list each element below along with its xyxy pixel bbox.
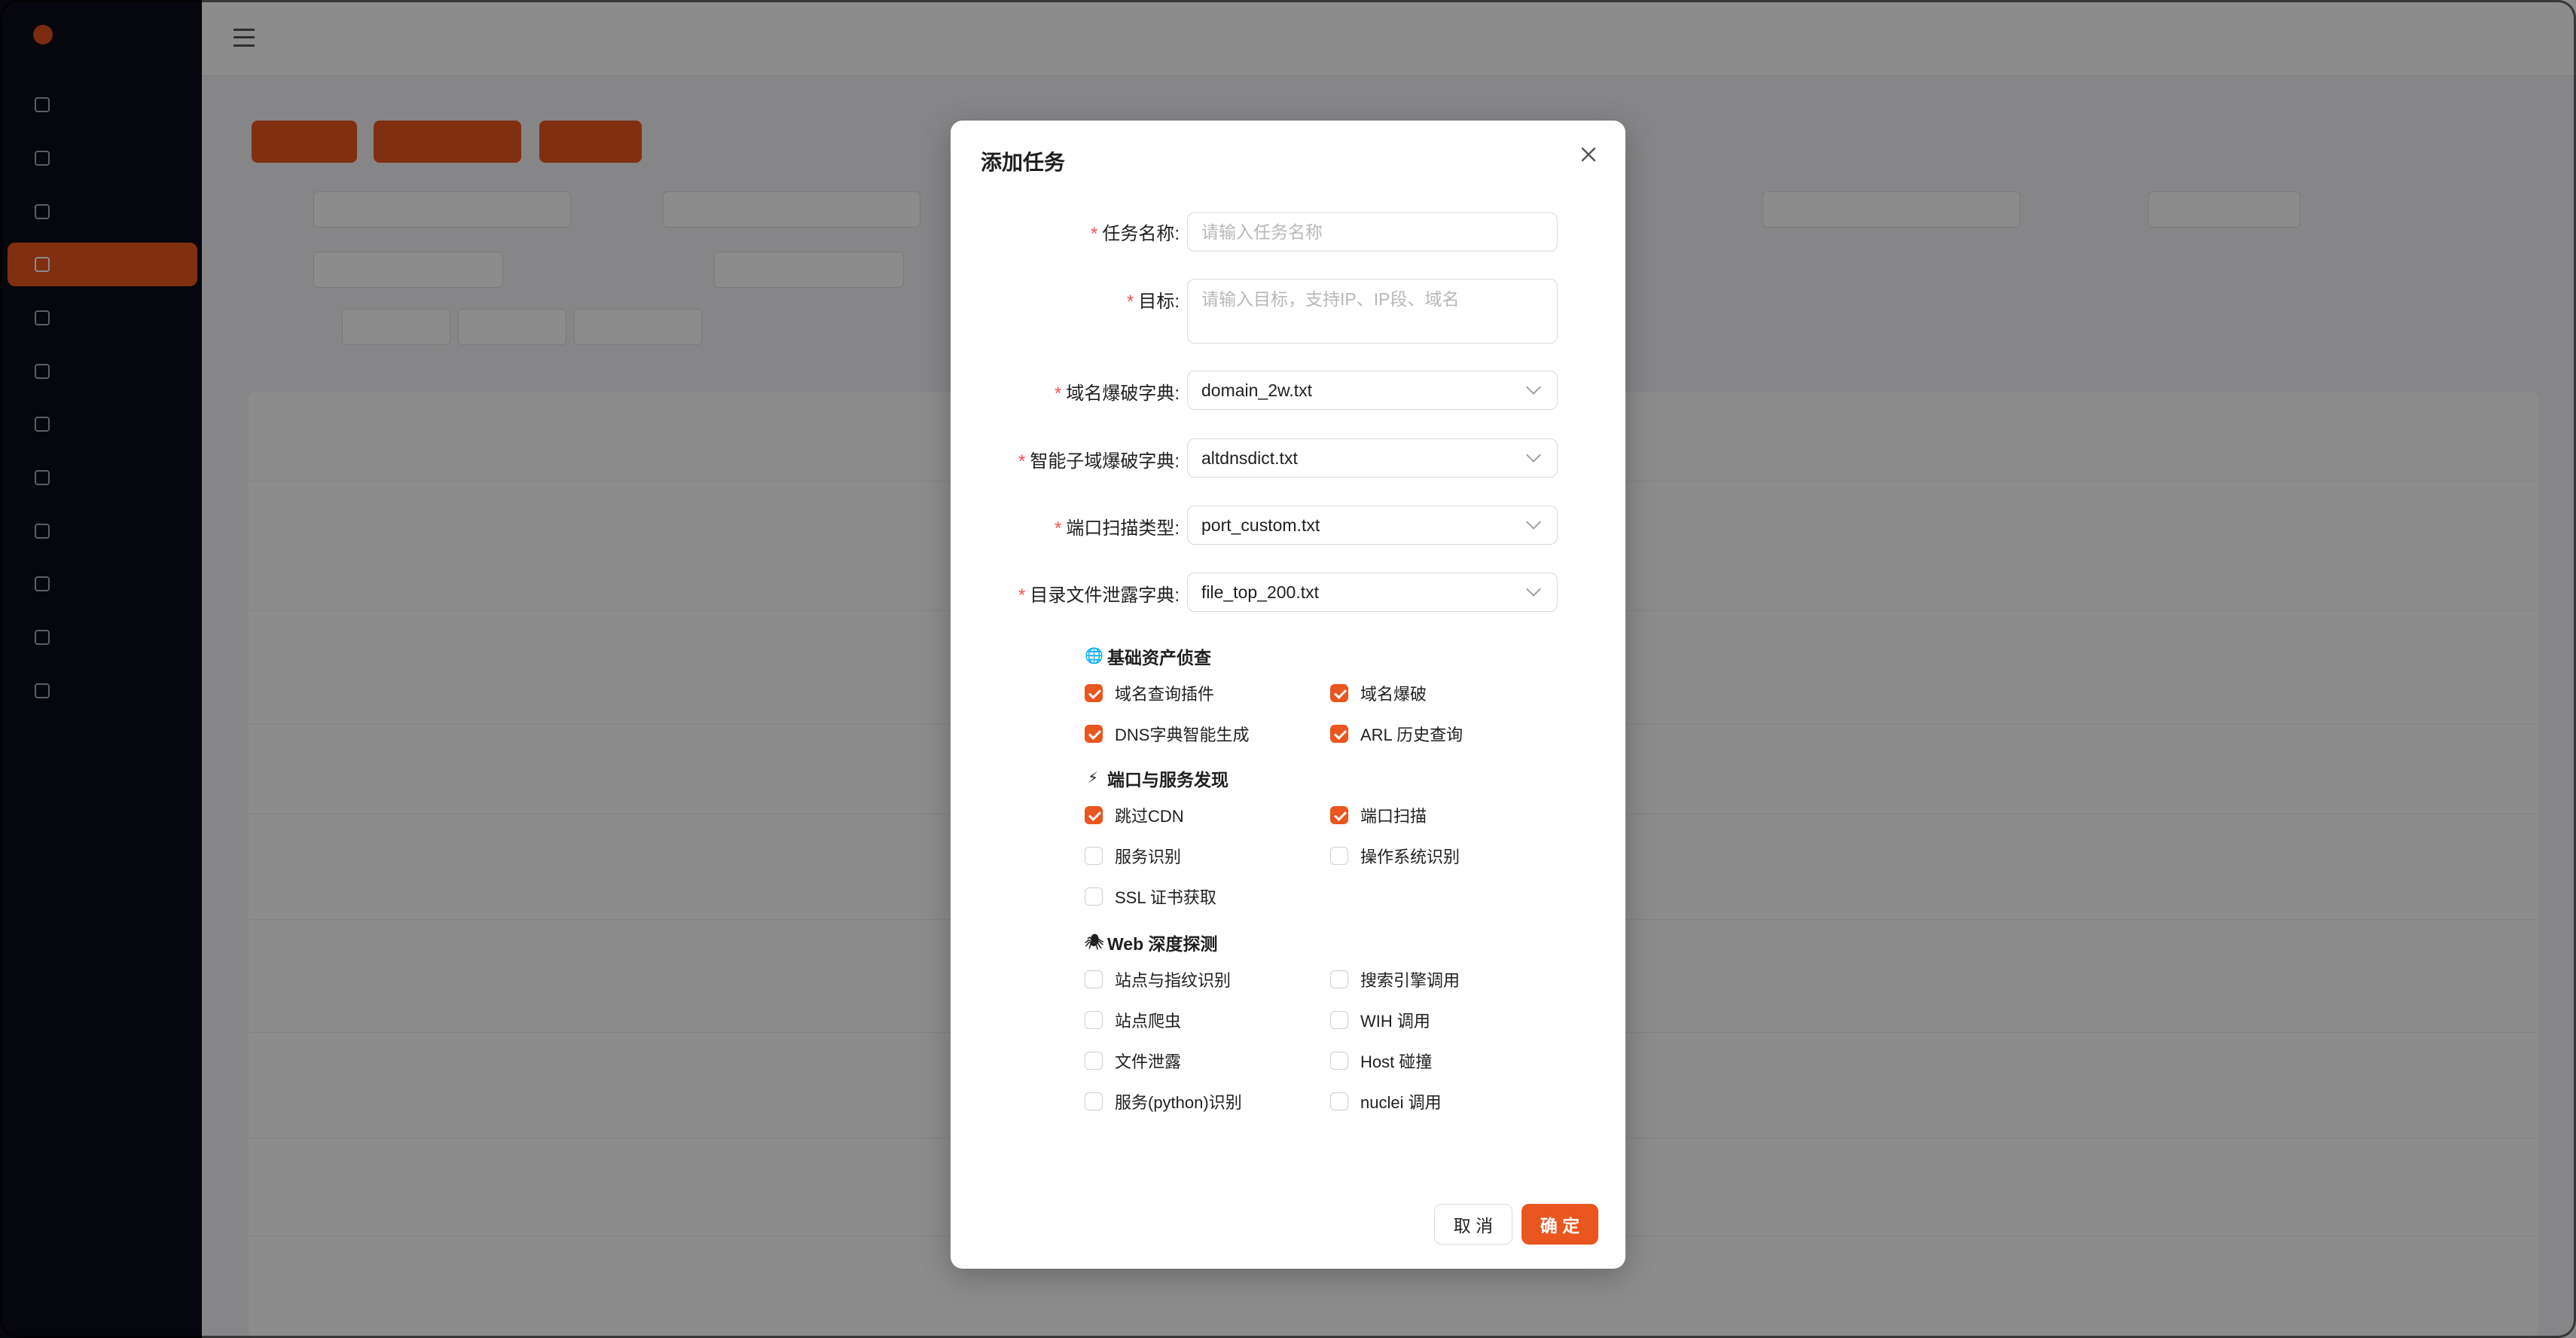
checkbox[interactable] <box>1085 725 1103 743</box>
checkbox[interactable] <box>1330 1052 1348 1070</box>
checkbox[interactable] <box>1085 1092 1103 1110</box>
checkbox[interactable] <box>1330 970 1348 988</box>
checkbox[interactable] <box>1085 1052 1103 1070</box>
checkbox[interactable] <box>1330 725 1348 743</box>
chevron-down-icon <box>1526 582 1541 597</box>
checkbox[interactable] <box>1085 970 1103 988</box>
confirm-button[interactable]: 确 定 <box>1521 1204 1598 1245</box>
option-site-crawler[interactable]: 站点爬虫 <box>1085 1008 1181 1032</box>
spider-icon: 🕷 <box>1085 934 1104 951</box>
option-service-detect[interactable]: 服务识别 <box>1085 844 1181 868</box>
checkbox[interactable] <box>1085 684 1103 702</box>
domain-dict-label: * 域名爆破字典: <box>1054 383 1180 404</box>
option-host-collision[interactable]: Host 碰撞 <box>1330 1049 1432 1073</box>
lightning-icon: ⚡ <box>1087 770 1099 787</box>
section-title-port-service: ⚡ 端口与服务发现 <box>1085 765 1228 791</box>
option-domain-query-plugin[interactable]: 域名查询插件 <box>1085 681 1214 705</box>
option-skip-cdn[interactable]: 跳过CDN <box>1085 803 1184 827</box>
checkbox[interactable] <box>1330 847 1348 865</box>
dir-dict-label: * 目录文件泄露字典: <box>1018 585 1180 606</box>
target-textarea[interactable] <box>1187 279 1558 344</box>
option-domain-brute[interactable]: 域名爆破 <box>1330 681 1427 705</box>
target-label: * 目标: <box>1126 292 1180 312</box>
cancel-button[interactable]: 取 消 <box>1434 1204 1512 1245</box>
port-type-label: * 端口扫描类型: <box>1054 518 1180 539</box>
option-file-leak[interactable]: 文件泄露 <box>1085 1049 1181 1073</box>
domain-dict-select[interactable]: domain_2w.txt <box>1187 371 1558 410</box>
checkbox[interactable] <box>1085 1011 1103 1029</box>
task-name-input[interactable] <box>1187 212 1558 252</box>
chevron-down-icon <box>1526 380 1541 395</box>
add-task-modal: 添加任务 *任务名称: *目标: *域名爆破字典: domain_2w.txt … <box>951 121 1625 1269</box>
option-wih[interactable]: WIH 调用 <box>1330 1008 1430 1032</box>
option-search-engine[interactable]: 搜索引擎调用 <box>1330 967 1460 991</box>
checkbox[interactable] <box>1085 847 1103 865</box>
port-type-value: port_custom.txt <box>1201 515 1320 535</box>
section-title-web-deep: 🕷 Web 深度探测 <box>1085 934 1218 954</box>
domain-dict-value: domain_2w.txt <box>1201 380 1313 400</box>
modal-title: 添加任务 <box>981 151 1066 174</box>
dir-dict-value: file_top_200.txt <box>1201 582 1320 602</box>
chevron-down-icon <box>1526 515 1541 530</box>
checkbox[interactable] <box>1085 887 1103 906</box>
option-dns-dict-smart[interactable]: DNS字典智能生成 <box>1085 722 1249 746</box>
checkbox[interactable] <box>1330 806 1348 824</box>
checkbox[interactable] <box>1330 684 1348 702</box>
checkbox[interactable] <box>1330 1011 1348 1029</box>
globe-icon: 🌐 <box>1085 648 1103 664</box>
smart-dict-select[interactable]: altdnsdict.txt <box>1187 438 1558 478</box>
option-arl-history[interactable]: ARL 历史查询 <box>1330 722 1463 746</box>
option-nuclei[interactable]: nuclei 调用 <box>1330 1089 1442 1113</box>
port-type-select[interactable]: port_custom.txt <box>1187 506 1558 545</box>
smart-dict-value: altdnsdict.txt <box>1201 448 1298 468</box>
chevron-down-icon <box>1526 448 1541 463</box>
dir-dict-select[interactable]: file_top_200.txt <box>1187 573 1558 612</box>
close-icon[interactable] <box>1576 142 1601 167</box>
option-ssl-cert[interactable]: SSL 证书获取 <box>1085 884 1216 909</box>
smart-dict-label: * 智能子域爆破字典: <box>1018 451 1180 472</box>
checkbox[interactable] <box>1085 806 1103 824</box>
task-name-label: * 任务名称: <box>1090 224 1180 244</box>
checkbox[interactable] <box>1330 1092 1348 1110</box>
option-python-service[interactable]: 服务(python)识别 <box>1085 1089 1242 1113</box>
section-title-basic-recon: 🌐 基础资产侦查 <box>1085 648 1211 667</box>
option-port-scan[interactable]: 端口扫描 <box>1330 803 1427 827</box>
option-site-fingerprint[interactable]: 站点与指纹识别 <box>1085 967 1231 991</box>
option-os-detect[interactable]: 操作系统识别 <box>1330 844 1460 868</box>
